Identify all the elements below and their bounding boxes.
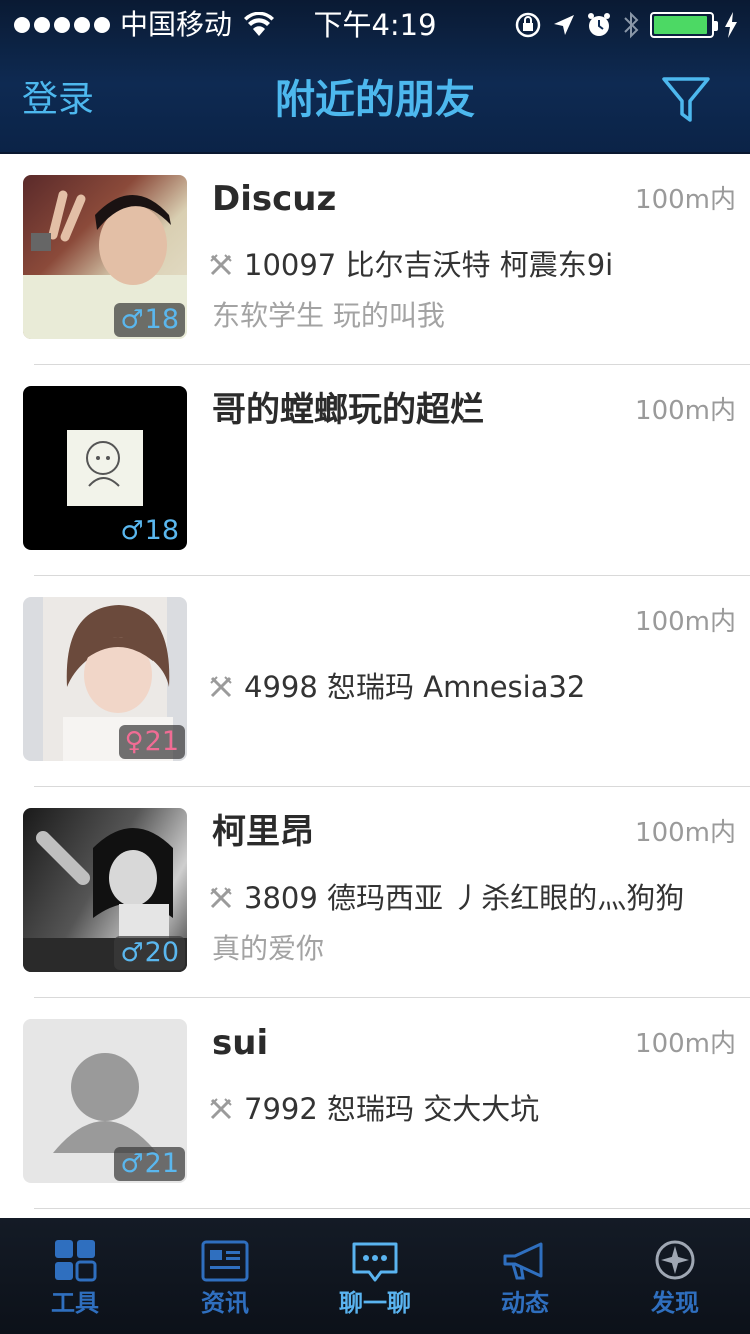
crossed-swords-icon: [210, 676, 232, 698]
game-info: 4998 恕瑞玛 Amnesia32: [210, 666, 585, 708]
friend-distance: 100m内: [635, 396, 736, 426]
bluetooth-icon: [624, 11, 639, 39]
tab-tools[interactable]: 工具: [0, 1218, 150, 1334]
avatar[interactable]: ♂ 18: [23, 175, 187, 339]
female-icon: ♀: [124, 727, 144, 757]
chat-icon: [352, 1242, 398, 1282]
friend-distance: 100m内: [635, 185, 736, 215]
page-title: 附近的朋友: [275, 77, 475, 123]
tab-discover[interactable]: 发现: [600, 1218, 750, 1334]
friend-name: sui: [212, 1023, 269, 1063]
charging-icon: [725, 12, 737, 38]
friend-distance: 100m内: [635, 607, 736, 637]
filter-icon[interactable]: [660, 74, 712, 126]
friend-name: 哥的螳螂玩的超烂: [212, 390, 484, 430]
friend-distance: 100m内: [635, 1029, 736, 1059]
battery-icon: [650, 12, 718, 38]
crossed-swords-icon: [210, 887, 232, 909]
alarm-icon: [588, 13, 610, 36]
male-icon: ♂: [120, 1149, 144, 1179]
tab-bar: 工具 资讯 聊一聊 动态 发现: [0, 1218, 750, 1334]
crossed-swords-icon: [210, 254, 232, 276]
friend-row[interactable]: ♂ 18 Discuz 100m内 10097 比尔吉沃特 柯震东9i 东软学生 …: [0, 154, 750, 365]
gender-age-badge: ♂ 18: [114, 303, 185, 337]
game-info: 10097 比尔吉沃特 柯震东9i: [210, 244, 613, 286]
megaphone-icon: [503, 1242, 543, 1280]
location-icon: [554, 15, 574, 35]
male-icon: ♂: [120, 938, 144, 968]
row-divider: [34, 1208, 750, 1209]
friend-row[interactable]: ♂ 18 哥的螳螂玩的超烂 100m内: [0, 365, 750, 576]
status-bar: 中国移动 下午4:19: [0, 0, 750, 48]
grid-icon: [55, 1240, 97, 1282]
avatar[interactable]: ♂ 20: [23, 808, 187, 972]
friend-row[interactable]: ♀ 21 100m内 4998 恕瑞玛 Amnesia32: [0, 576, 750, 787]
gender-age-badge: ♀ 21: [118, 725, 185, 759]
news-icon: [201, 1240, 249, 1282]
avatar[interactable]: ♂ 18: [23, 386, 187, 550]
crossed-swords-icon: [210, 1098, 232, 1120]
tab-label: 发现: [651, 1289, 699, 1317]
rotation-lock-icon: [515, 12, 541, 38]
header: 中国移动 下午4:19 登录 附近的朋友: [0, 0, 750, 154]
tab-label: 动态: [501, 1289, 549, 1317]
tab-chat[interactable]: 聊一聊: [300, 1218, 450, 1334]
friend-signature: 真的爱你: [212, 932, 325, 965]
tab-news[interactable]: 资讯: [150, 1218, 300, 1334]
avatar[interactable]: ♂ 21: [23, 1019, 187, 1183]
friend-name: 柯里昂: [212, 812, 314, 852]
tab-label: 工具: [51, 1289, 99, 1317]
game-info: 7992 恕瑞玛 交大大坑: [210, 1088, 539, 1130]
friend-list: ♂ 18 Discuz 100m内 10097 比尔吉沃特 柯震东9i 东软学生 …: [0, 154, 750, 1218]
male-icon: ♂: [120, 305, 144, 335]
tab-activity[interactable]: 动态: [450, 1218, 600, 1334]
gender-age-badge: ♂ 20: [114, 936, 185, 970]
gender-age-badge: ♂ 18: [120, 515, 179, 546]
gender-age-badge: ♂ 21: [114, 1147, 185, 1181]
tab-label: 聊一聊: [339, 1289, 411, 1317]
friend-row[interactable]: ♂ 21 sui 100m内 7992 恕瑞玛 交大大坑: [0, 998, 750, 1209]
friend-name: Discuz: [212, 179, 337, 219]
male-icon: ♂: [120, 516, 144, 546]
friend-signature: 东软学生 玩的叫我: [212, 299, 445, 332]
tab-label: 资讯: [201, 1289, 249, 1317]
compass-icon: [655, 1240, 695, 1280]
game-info: 3809 德玛西亚 丿杀红眼的灬狗狗: [210, 877, 684, 919]
friend-row[interactable]: ♂ 20 柯里昂 100m内 3809 德玛西亚 丿杀红眼的灬狗狗 真的爱你: [0, 787, 750, 998]
friend-distance: 100m内: [635, 818, 736, 848]
avatar[interactable]: ♀ 21: [23, 597, 187, 761]
